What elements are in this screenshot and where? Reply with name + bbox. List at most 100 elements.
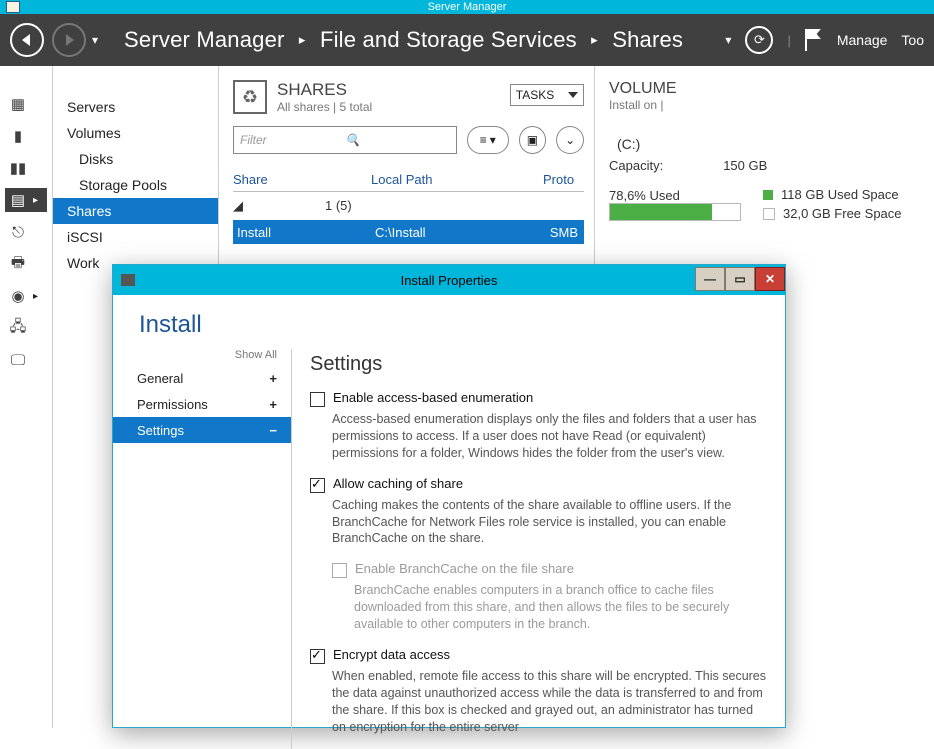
manage-menu[interactable]: Manage xyxy=(837,32,888,48)
checkbox-encrypt[interactable] xyxy=(310,649,325,664)
group-label: 1 (5) xyxy=(325,198,352,214)
label-branchcache: Enable BranchCache on the file share xyxy=(355,561,574,576)
minus-icon: − xyxy=(269,423,277,438)
dialog-nav-general[interactable]: General+ xyxy=(113,365,291,391)
dialog-nav-general-label: General xyxy=(137,371,183,386)
maximize-button[interactable]: ▭ xyxy=(725,267,755,291)
desc-abe: Access-based enumeration displays only t… xyxy=(332,411,767,462)
row-path: C:\Install xyxy=(375,225,547,240)
nav-volumes[interactable]: Volumes xyxy=(53,120,218,146)
rail-dashboard[interactable]: ▦ xyxy=(5,92,47,116)
nav-iscsi[interactable]: iSCSI xyxy=(53,224,218,250)
separator: | xyxy=(787,33,790,48)
shares-subtitle: All shares | 5 total xyxy=(277,100,372,114)
window-title: Server Manager xyxy=(428,0,507,14)
history-dropdown[interactable]: ▾ xyxy=(92,33,98,47)
checkbox-cache[interactable] xyxy=(310,478,325,493)
checkbox-abe[interactable] xyxy=(310,392,325,407)
usage-bar-fill xyxy=(610,204,712,220)
close-button[interactable]: ✕ xyxy=(755,267,785,291)
collapse-icon[interactable]: ◢ xyxy=(233,198,247,214)
tools-menu[interactable]: Too xyxy=(901,32,924,48)
volume-title: VOLUME xyxy=(609,80,934,98)
rail-all-servers[interactable]: ▮▮ xyxy=(5,156,47,180)
nav-disks[interactable]: Disks xyxy=(53,146,218,172)
breadcrumb: Server Manager ▸ File and Storage Servic… xyxy=(124,27,683,53)
notifications-flag-icon[interactable] xyxy=(805,29,823,51)
breadcrumb-root[interactable]: Server Manager xyxy=(124,27,285,52)
header: ▾ Server Manager ▸ File and Storage Serv… xyxy=(0,14,934,66)
dialog-title-bar[interactable]: Install Properties — ▭ ✕ xyxy=(113,265,785,295)
option-cache: Allow caching of share Caching makes the… xyxy=(310,476,767,548)
chevron-down-icon: ▾ xyxy=(490,133,496,147)
col-local-path[interactable]: Local Path xyxy=(371,172,543,187)
nav-storage-pools[interactable]: Storage Pools xyxy=(53,172,218,198)
group-row[interactable]: ◢ 1 (5) xyxy=(233,192,584,220)
rail-net[interactable]: 🖧 xyxy=(5,316,47,340)
dialog-nav-permissions[interactable]: Permissions + xyxy=(113,391,291,417)
install-properties-dialog: Install Properties — ▭ ✕ Install Show Al… xyxy=(112,264,786,728)
breadcrumb-sep-icon: ▸ xyxy=(583,32,606,47)
rail-desktop[interactable]: 🖵 xyxy=(5,348,47,372)
desc-branchcache: BranchCache enables computers in a branc… xyxy=(354,582,767,633)
breadcrumb-sep-icon: ▸ xyxy=(291,32,314,47)
label-abe: Enable access-based enumeration xyxy=(333,390,533,405)
chevron-right-icon: ▸ xyxy=(33,195,38,206)
col-share[interactable]: Share xyxy=(233,172,371,187)
minimize-button[interactable]: — xyxy=(695,267,725,291)
view-options-button[interactable]: ≡▾ xyxy=(467,126,509,154)
capacity-value: 150 GB xyxy=(723,158,767,173)
breadcrumb-dropdown[interactable]: ▾ xyxy=(725,33,731,47)
servers-icon: ▮▮ xyxy=(7,159,29,177)
forward-button[interactable] xyxy=(52,23,86,57)
rail-io[interactable]: ⎋ xyxy=(5,220,47,244)
more-button[interactable]: ⌄ xyxy=(556,126,584,154)
legend-free: 32,0 GB Free Space xyxy=(763,206,902,221)
dialog-nav-settings[interactable]: Settings − xyxy=(113,417,291,443)
rail-remote[interactable]: ◉▸ xyxy=(5,284,47,308)
rail-file-storage[interactable]: ▤▸ xyxy=(5,188,47,212)
option-branchcache: Enable BranchCache on the file share Bra… xyxy=(332,561,767,633)
desktop-icon: 🖵 xyxy=(7,352,29,369)
dialog-content: Settings Enable access-based enumeration… xyxy=(292,349,785,749)
shares-icon: ♻ xyxy=(233,80,267,114)
filter-placeholder: Filter xyxy=(240,133,345,147)
breadcrumb-mid[interactable]: File and Storage Services xyxy=(320,27,577,52)
dialog-nav-permissions-label: Permissions xyxy=(137,397,208,412)
label-encrypt: Encrypt data access xyxy=(333,647,450,662)
rail-local-server[interactable]: ▮ xyxy=(5,124,47,148)
dialog-heading: Install xyxy=(113,295,785,349)
share-row-selected[interactable]: Install C:\Install SMB xyxy=(233,220,584,244)
rail-print[interactable]: 🖶 xyxy=(5,252,47,276)
plus-icon: + xyxy=(269,397,277,412)
row-proto: SMB xyxy=(547,225,584,240)
tasks-button[interactable]: TASKS xyxy=(510,84,584,106)
nav-servers[interactable]: Servers xyxy=(53,94,218,120)
system-menu-icon[interactable] xyxy=(6,1,20,13)
breadcrumb-leaf[interactable]: Shares xyxy=(612,27,683,52)
storage-icon: ▤ xyxy=(7,191,29,209)
dialog-title: Install Properties xyxy=(401,273,498,288)
expand-button[interactable]: ▣ xyxy=(519,126,547,154)
dashboard-icon: ▦ xyxy=(7,95,29,113)
volume-subtitle: Install on | xyxy=(609,98,934,112)
remote-icon: ◉ xyxy=(7,287,29,305)
grid-header: Share Local Path Proto xyxy=(233,172,584,192)
search-icon[interactable]: 🔍 xyxy=(345,133,450,147)
option-encrypt: Encrypt data access When enabled, remote… xyxy=(310,647,767,736)
row-share: Install xyxy=(233,225,375,240)
refresh-button[interactable]: ⟳ xyxy=(745,26,773,54)
show-all-link[interactable]: Show All xyxy=(113,349,291,365)
chevron-right-icon: ▸ xyxy=(33,291,38,302)
label-cache: Allow caching of share xyxy=(333,476,463,491)
filter-input[interactable]: Filter 🔍 xyxy=(233,126,457,154)
col-protocol[interactable]: Proto xyxy=(543,172,584,187)
swatch-green-icon xyxy=(763,190,773,200)
used-percent: 78,6% Used xyxy=(609,188,699,203)
nav-shares[interactable]: Shares xyxy=(53,198,218,224)
back-button[interactable] xyxy=(10,23,44,57)
desc-encrypt: When enabled, remote file access to this… xyxy=(332,668,767,736)
arrow-left-icon xyxy=(22,34,30,46)
dialog-system-icon[interactable] xyxy=(121,274,135,286)
dialog-nav-settings-label: Settings xyxy=(137,423,184,438)
